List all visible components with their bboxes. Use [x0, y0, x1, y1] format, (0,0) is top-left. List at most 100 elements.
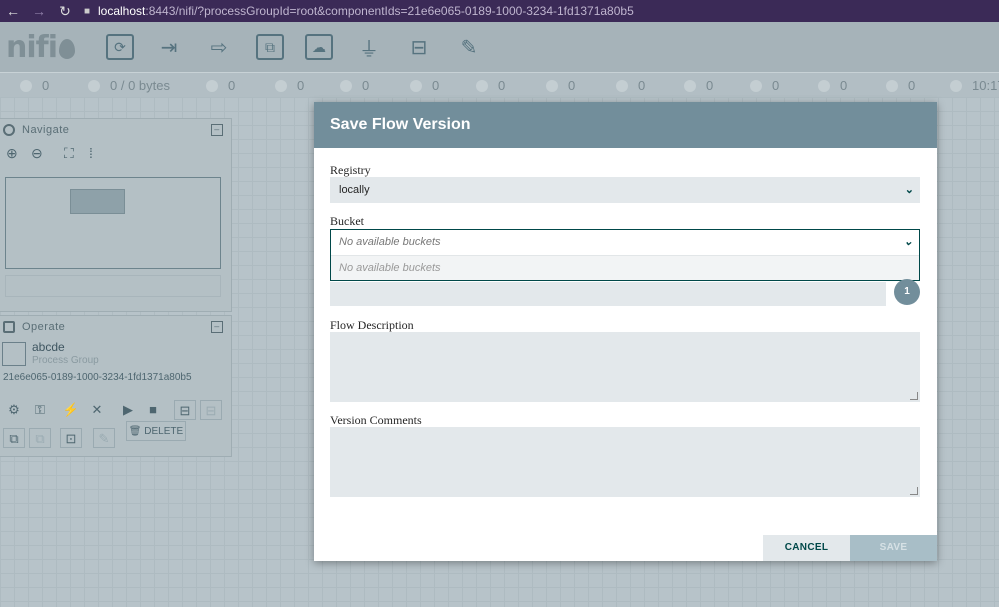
queue-icon — [88, 79, 100, 92]
chevron-down-icon[interactable]: ⌄ — [905, 177, 914, 203]
component-name: abcde — [32, 340, 65, 354]
upload-template-icon: ⊟ — [200, 400, 222, 420]
minimize-icon[interactable]: – — [211, 321, 223, 333]
cancel-button[interactable]: CANCEL — [763, 535, 850, 561]
fit-icon[interactable]: ⛶ — [64, 145, 74, 162]
stopped-icon — [410, 79, 422, 92]
copy-icon[interactable]: ⧉ — [3, 428, 25, 448]
bucket-option[interactable]: No available buckets — [331, 255, 919, 280]
back-icon[interactable]: ← — [0, 3, 26, 19]
operate-title: Operate — [22, 321, 66, 333]
funnel-icon[interactable]: ⏚ — [355, 34, 383, 61]
version-badge: 1 — [894, 279, 920, 305]
locally-modified-stale-icon — [818, 79, 830, 92]
sync-failure-icon — [886, 79, 898, 92]
delete-button[interactable]: 🗑 DELETE — [126, 421, 186, 441]
process-group-icon — [2, 342, 26, 366]
paste-icon: ⧉ — [29, 428, 51, 448]
resize-handle[interactable] — [910, 392, 918, 400]
compass-icon — [3, 124, 15, 136]
configure-icon[interactable]: ⚙ — [3, 400, 25, 420]
stat-stopped: 0 — [410, 78, 439, 93]
color-icon: ✎ — [93, 428, 115, 448]
hand-icon — [3, 321, 15, 333]
create-template-icon[interactable]: ⊟ — [174, 400, 196, 420]
version-comments-textarea[interactable] — [330, 427, 920, 497]
forward-icon[interactable]: → — [26, 3, 52, 19]
registry-label: Registry — [330, 163, 371, 177]
access-policies-icon[interactable]: ⚿ — [29, 400, 51, 420]
stat-up-to-date: 0 — [616, 78, 645, 93]
flow-description-textarea[interactable] — [330, 332, 920, 402]
nifi-header: nifi ⟳ ⇥ ⇨ ⧉ ☁ ⏚ ⊟ ✎ — [0, 22, 999, 72]
zoom-out-icon[interactable]: ⊖ — [31, 145, 43, 162]
zoom-in-icon[interactable]: ⊕ — [6, 145, 18, 162]
invalid-icon — [476, 79, 488, 92]
stat-stale: 0 — [750, 78, 779, 93]
dialog-title: Save Flow Version — [314, 102, 937, 148]
label-icon[interactable]: ✎ — [455, 34, 483, 60]
processor-icon[interactable]: ⟳ — [106, 34, 134, 60]
save-flow-version-dialog: Save Flow Version Registry locally ⌄ Buc… — [314, 102, 937, 561]
address-bar[interactable]: ■ localhost:8443/nifi/?processGroupId=ro… — [84, 4, 634, 18]
stat-modified-stale: 0 — [818, 78, 847, 93]
flow-name-input[interactable] — [330, 282, 886, 306]
stop-icon[interactable]: ■ — [142, 400, 164, 420]
stat-locally-modified: 0 — [684, 78, 713, 93]
actual-size-icon[interactable]: ⁞ — [89, 145, 93, 161]
save-button: SAVE — [850, 535, 937, 561]
group-icon[interactable]: ⊡ — [60, 428, 82, 448]
url-host: localhost — [98, 4, 146, 18]
stat-running: 0 — [340, 78, 369, 93]
process-group-icon[interactable]: ⧉ — [256, 34, 284, 60]
remote-process-group-icon[interactable]: ☁ — [305, 34, 333, 60]
start-icon[interactable]: ▶ — [117, 400, 139, 420]
disable-icon[interactable]: ✕ — [86, 400, 108, 420]
template-icon[interactable]: ⊟ — [405, 34, 433, 60]
component-id: 21e6e065-0189-1000-3234-1fd1371a80b5 — [3, 372, 192, 383]
stat-invalid: 0 — [476, 78, 505, 93]
bucket-select[interactable]: No available buckets ⌄ No available buck… — [330, 229, 920, 281]
status-bar: 0 0 / 0 bytes 0 0 0 0 0 0 0 0 0 0 0 10:1… — [0, 72, 999, 97]
registry-select[interactable]: locally ⌄ — [330, 177, 920, 203]
viewport-box[interactable] — [70, 189, 125, 214]
stat-queued: 0 / 0 bytes — [88, 78, 170, 93]
comments-label: Version Comments — [330, 413, 422, 427]
not-transmitting-icon — [275, 79, 287, 92]
description-label: Flow Description — [330, 318, 414, 332]
stat-refresh: 10:17 — [950, 78, 999, 93]
resize-handle[interactable] — [910, 487, 918, 495]
stat-sync-failure: 0 — [886, 78, 915, 93]
transmitting-icon — [206, 79, 218, 92]
minimize-icon[interactable]: – — [211, 124, 223, 136]
navigate-header[interactable]: Navigate – — [0, 119, 231, 141]
drop-icon — [58, 39, 75, 59]
operate-palette: Operate – abcde Process Group 21e6e065-0… — [0, 315, 232, 457]
navigate-footer — [5, 275, 221, 297]
registry-value: locally — [339, 184, 370, 196]
output-port-icon[interactable]: ⇨ — [205, 34, 233, 60]
trash-icon: 🗑 — [128, 426, 145, 437]
refresh-icon[interactable] — [950, 79, 962, 92]
stat-disabled: 0 — [546, 78, 575, 93]
navigate-title: Navigate — [22, 124, 70, 136]
disabled-icon — [546, 79, 558, 92]
operate-header[interactable]: Operate – — [0, 316, 231, 338]
browser-bar: ← → ↻ ■ localhost:8443/nifi/?processGrou… — [0, 0, 999, 22]
zoom-controls: ⊕ ⊖ ⛶ ⁞ — [0, 141, 231, 165]
component-type: Process Group — [32, 355, 99, 366]
chevron-down-icon[interactable]: ⌄ — [904, 230, 913, 255]
bucket-selected[interactable]: No available buckets ⌄ — [331, 230, 919, 255]
enable-icon[interactable]: ⚡ — [60, 400, 82, 420]
lock-icon: ■ — [84, 5, 91, 17]
stat-transmitting: 0 — [206, 78, 235, 93]
reload-icon[interactable]: ↻ — [52, 3, 78, 20]
url-path: :8443/nifi/?processGroupId=root&componen… — [145, 4, 634, 18]
input-port-icon[interactable]: ⇥ — [155, 34, 183, 60]
stat-not-transmitting: 0 — [275, 78, 304, 93]
birdseye-view[interactable] — [5, 177, 221, 269]
cluster-icon — [20, 79, 32, 92]
bucket-value: No available buckets — [339, 236, 441, 248]
nifi-logo: nifi — [6, 30, 75, 65]
stat-cluster: 0 — [20, 78, 49, 93]
